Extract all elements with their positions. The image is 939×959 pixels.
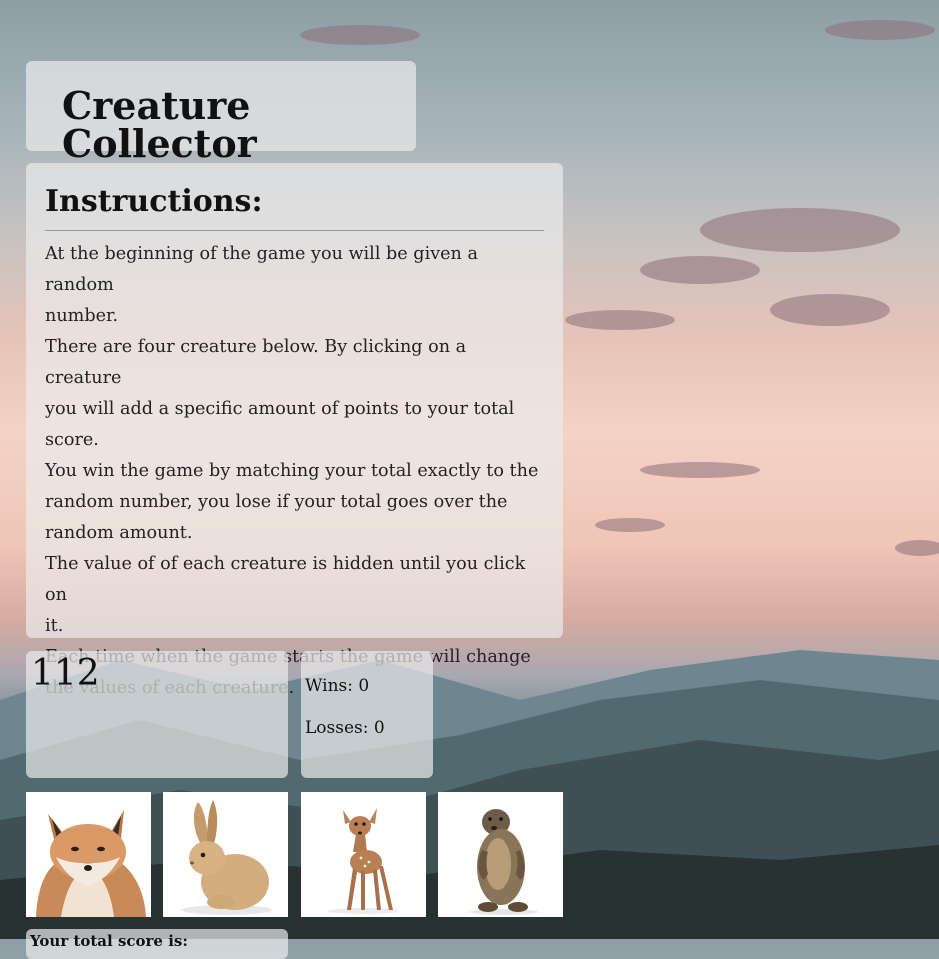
creature-marmot-button[interactable] (438, 792, 563, 917)
wins-count: Wins: 0 (305, 676, 370, 696)
instruction-line: random amount. (45, 523, 193, 543)
instruction-line: it. (45, 616, 64, 636)
creature-fawn-button[interactable] (301, 792, 426, 917)
creature-fox-button[interactable] (26, 792, 151, 917)
instruction-line: You win the game by matching your total … (45, 461, 539, 481)
rabbit-icon (182, 800, 272, 915)
random-number-value: 112 (31, 653, 100, 694)
random-number-panel: 112 (26, 651, 288, 778)
marmot-icon (470, 809, 538, 915)
instruction-line: score. (45, 430, 99, 450)
instruction-line: The value of of each creature is hidden … (45, 554, 526, 605)
total-score-label: Your total score is: (30, 932, 188, 950)
instructions-divider (45, 230, 544, 231)
instructions-heading: Instructions: (45, 184, 263, 219)
fawn-icon (328, 808, 398, 914)
page-title: Creature Collector (62, 83, 257, 166)
instruction-line: number. (45, 306, 119, 326)
stats-panel: Wins: 0 Losses: 0 (301, 651, 433, 778)
fox-icon (36, 810, 146, 917)
instruction-line: At the beginning of the game you will be… (45, 244, 478, 295)
losses-count: Losses: 0 (305, 718, 385, 738)
instruction-line: random number, you lose if your total go… (45, 492, 508, 512)
instructions-panel: Instructions: At the beginning of the ga… (26, 163, 563, 698)
creature-rabbit-button[interactable] (163, 792, 288, 917)
instruction-line: There are four creature below. By clicki… (45, 337, 467, 388)
total-score-panel: Your total score is: (26, 929, 288, 959)
instruction-line: you will add a specific amount of points… (45, 399, 515, 419)
title-panel: Creature Collector (26, 61, 416, 163)
